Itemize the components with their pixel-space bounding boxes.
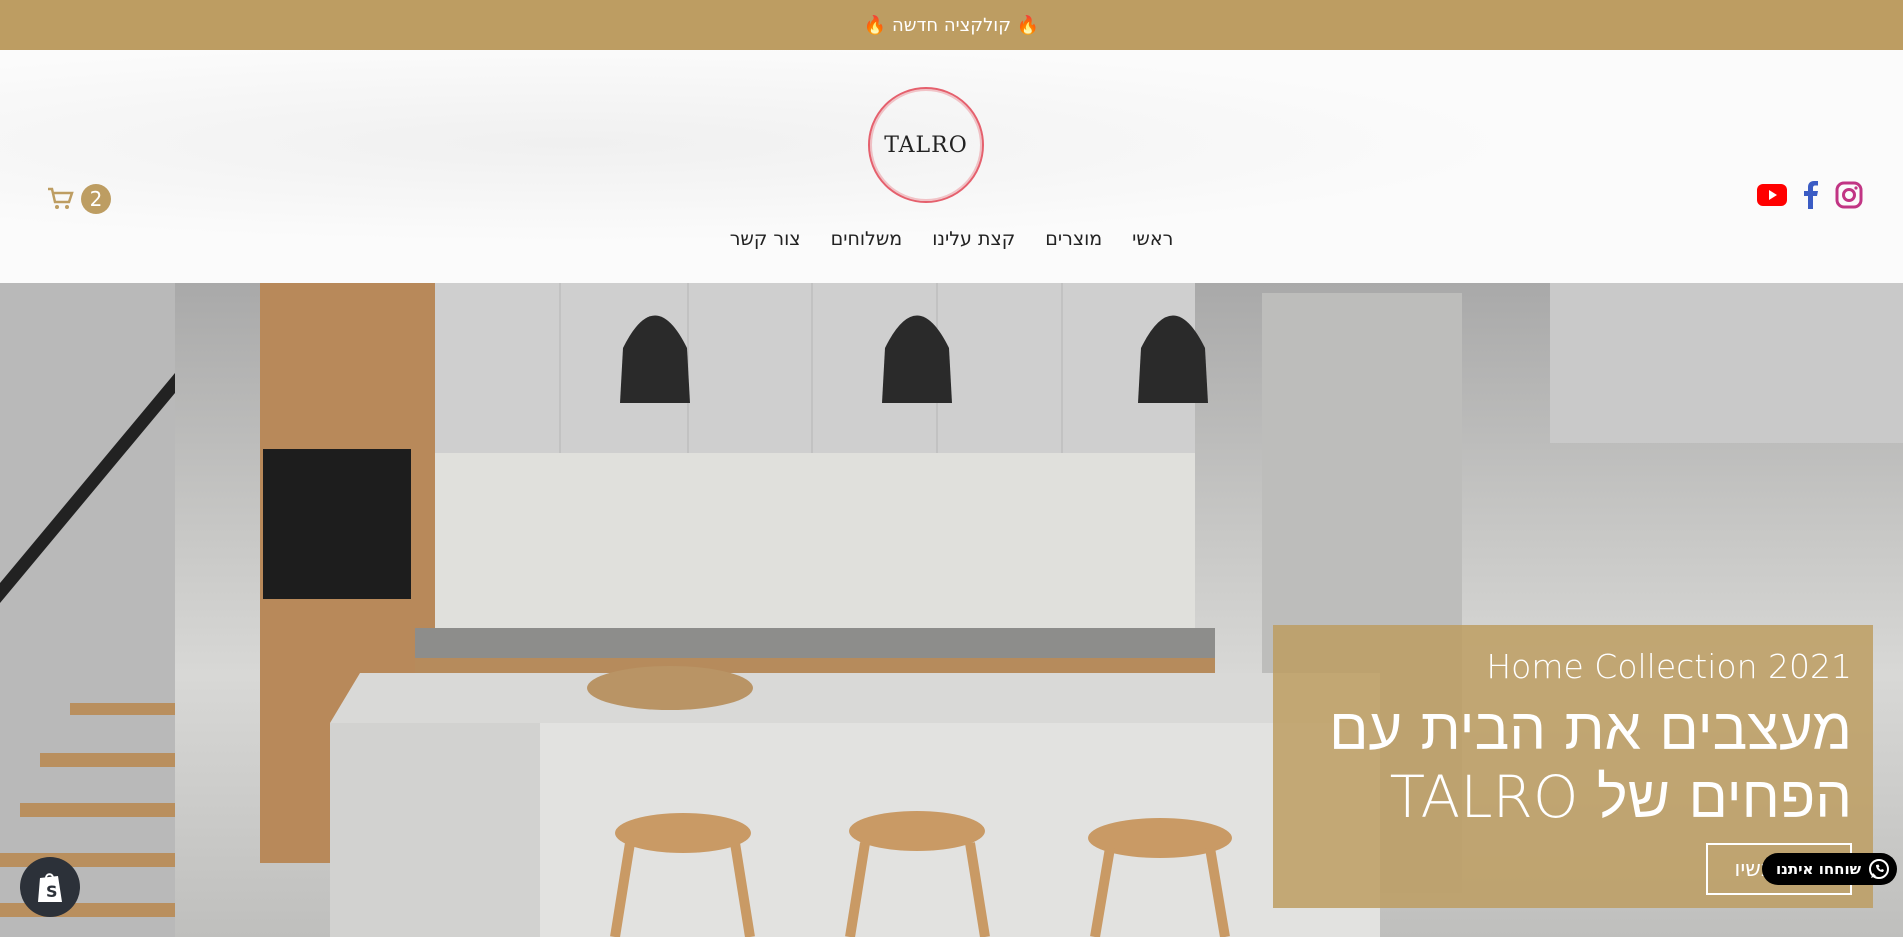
hero-subtitle: Home Collection 2021 [1486,647,1852,686]
cart-icon [48,187,74,209]
social-links [1757,181,1863,209]
hero-heading: מעצבים את הבית עם הפחים של TALRO [1292,695,1852,831]
hero-heading-line2: הפחים של TALRO [1389,763,1852,831]
youtube-icon[interactable] [1757,182,1787,208]
site-header: 2 TALRO ראשי מוצרים קצת עלינו משלוחים צו… [0,50,1903,283]
nav-shipping[interactable]: משלוחים [831,228,903,250]
logo-text: TALRO [884,132,968,158]
announcement-bar: 🔥 קולקציה חדשה 🔥 [0,0,1903,50]
logo[interactable]: TALRO [868,87,984,203]
facebook-icon[interactable] [1803,181,1819,209]
svg-text:S: S [46,882,58,901]
shopify-bag-icon: S [38,873,62,902]
main-nav: ראשי מוצרים קצת עלינו משלוחים צור קשר [0,228,1903,250]
nav-home[interactable]: ראשי [1132,228,1173,250]
hero-banner: Home Collection 2021 מעצבים את הבית עם ה… [0,283,1903,937]
announcement-text: 🔥 קולקציה חדשה 🔥 [863,14,1040,36]
shopify-chat-button[interactable]: S [20,857,80,917]
hero-heading-line1: מעצבים את הבית עם [1329,695,1852,763]
cart-button[interactable]: 2 [47,184,111,214]
cart-count-badge: 2 [81,184,111,214]
nav-products[interactable]: מוצרים [1045,228,1102,250]
nav-contact[interactable]: צור קשר [730,228,801,250]
whatsapp-chat-button[interactable]: שוחחו איתנו [1762,853,1897,885]
instagram-icon[interactable] [1835,181,1863,209]
whatsapp-label: שוחחו איתנו [1775,860,1861,878]
whatsapp-icon [1869,859,1889,879]
nav-about[interactable]: קצת עלינו [932,228,1015,250]
